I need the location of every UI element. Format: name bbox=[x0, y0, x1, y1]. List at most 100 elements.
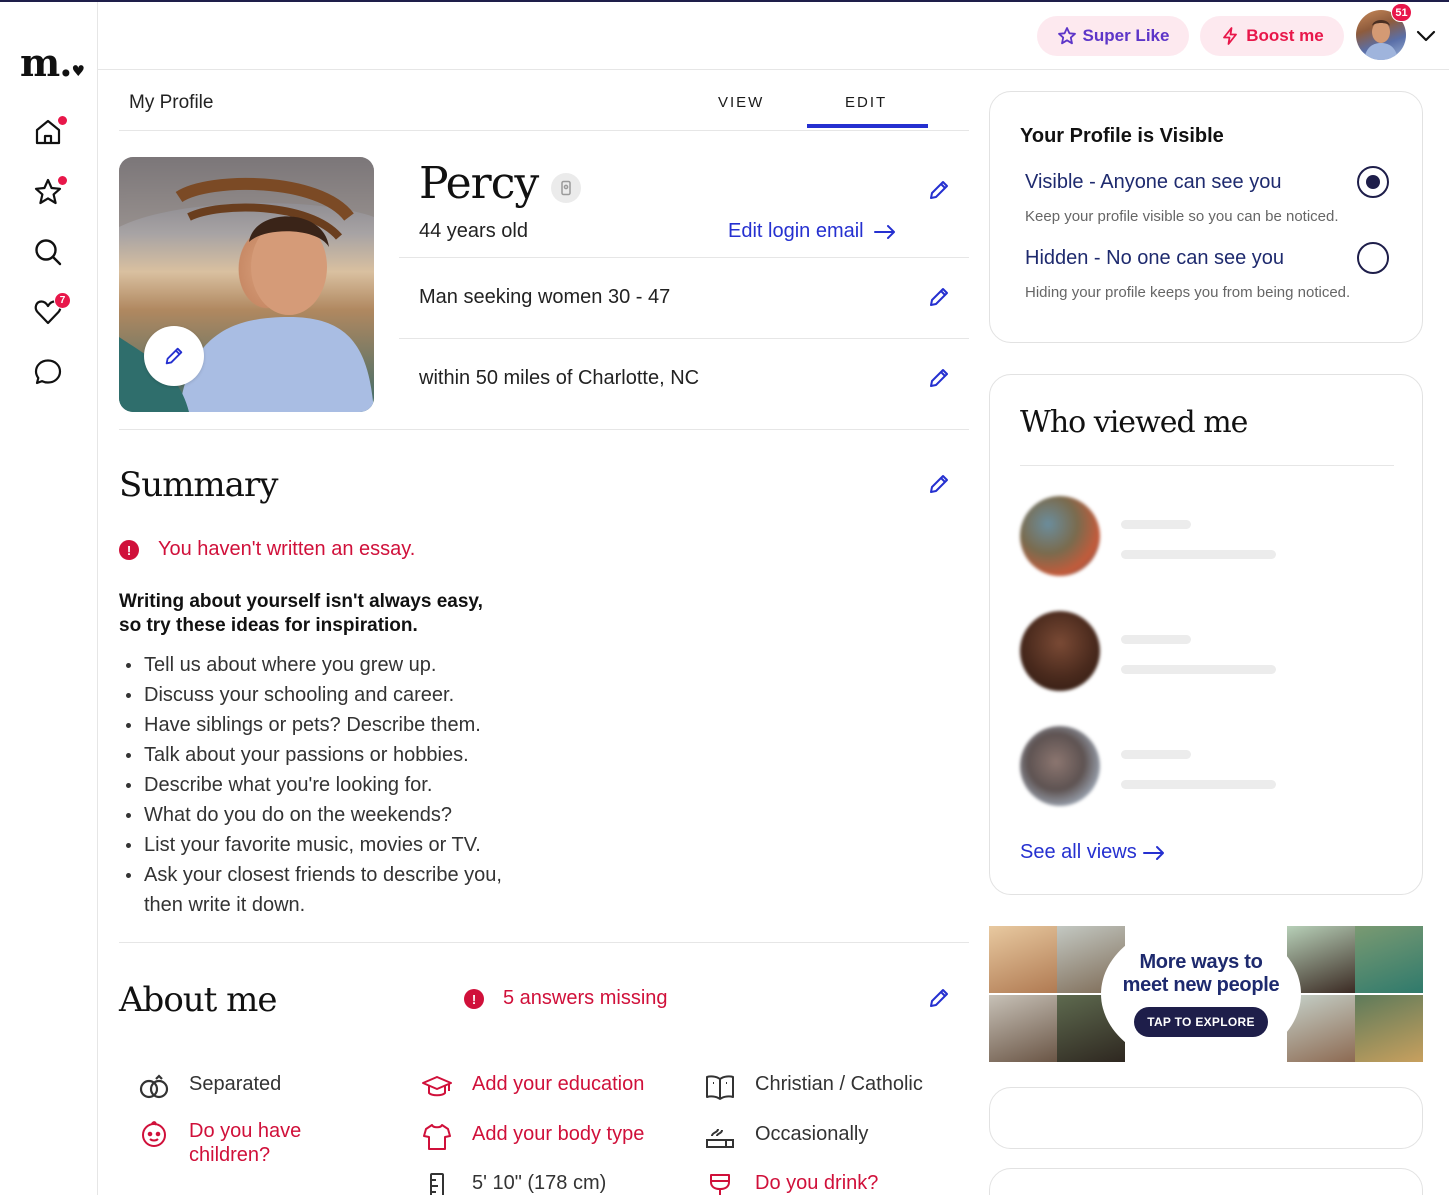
tips-intro-line: so try these ideas for inspiration. bbox=[119, 615, 418, 636]
about-item-religion[interactable]: Christian / Catholic bbox=[703, 1072, 923, 1102]
promo-title-line: More ways to bbox=[1139, 951, 1263, 973]
about-item-label: Add your education bbox=[472, 1073, 645, 1095]
skeleton-line bbox=[1121, 550, 1276, 559]
rings-icon bbox=[137, 1072, 171, 1102]
answers-missing-text[interactable]: 5 answers missing bbox=[503, 987, 668, 1010]
edit-name-pencil-icon[interactable] bbox=[927, 178, 951, 202]
viewer-avatar[interactable] bbox=[1020, 496, 1100, 576]
visible-radio[interactable] bbox=[1357, 166, 1389, 198]
list-item: Ask your closest friends to describe you… bbox=[126, 860, 502, 890]
shirt-icon bbox=[420, 1122, 454, 1152]
visibility-card: Your Profile is Visible Visible - Anyone… bbox=[989, 91, 1423, 343]
edit-photo-button[interactable] bbox=[144, 326, 204, 386]
smoking-icon bbox=[703, 1122, 737, 1152]
list-item-continuation: then write it down. bbox=[144, 894, 306, 916]
about-item-children[interactable]: Do you have children? bbox=[137, 1119, 329, 1167]
about-item-height[interactable]: 5' 10" (178 cm) bbox=[420, 1171, 606, 1195]
child-face-icon bbox=[137, 1119, 171, 1149]
promo-photo bbox=[989, 926, 1057, 993]
divider bbox=[119, 942, 969, 943]
sidebar-item-messages[interactable] bbox=[30, 354, 66, 390]
about-item-label: Separated bbox=[189, 1073, 282, 1095]
promo-photo bbox=[1355, 995, 1423, 1062]
divider bbox=[119, 130, 969, 131]
about-item-label: Do you have children? bbox=[189, 1120, 302, 1166]
likes-badge: 7 bbox=[54, 292, 71, 309]
see-all-views-link[interactable]: See all views bbox=[1020, 841, 1165, 864]
top-header: Super Like Boost me 51 bbox=[98, 2, 1449, 70]
edit-login-email-label: Edit login email bbox=[728, 220, 864, 242]
viewer-avatar[interactable] bbox=[1020, 726, 1100, 806]
sidebar-item-favorites[interactable] bbox=[30, 174, 67, 210]
about-item-body-type[interactable]: Add your body type bbox=[420, 1122, 644, 1152]
empty-card bbox=[989, 1087, 1423, 1149]
tab-view[interactable]: VIEW bbox=[718, 94, 764, 111]
visible-option-description: Keep your profile visible so you can be … bbox=[1025, 208, 1339, 225]
promo-center: More ways to meet new people TAP TO EXPL… bbox=[1101, 926, 1301, 1062]
sidebar: m.♥ 7 bbox=[0, 2, 98, 1195]
chevron-down-icon[interactable] bbox=[1414, 24, 1438, 48]
about-item-label: Do you drink? bbox=[755, 1172, 879, 1194]
hidden-option-label[interactable]: Hidden - No one can see you bbox=[1025, 247, 1284, 270]
promo-title: More ways to meet new people bbox=[1123, 951, 1280, 997]
sidebar-item-home[interactable] bbox=[30, 114, 67, 150]
about-item-drinking[interactable]: Do you drink? bbox=[703, 1171, 878, 1195]
edit-login-email-link[interactable]: Edit login email bbox=[728, 220, 896, 243]
promo-photo bbox=[1355, 926, 1423, 993]
sidebar-item-likes[interactable]: 7 bbox=[30, 292, 71, 330]
about-item-relationship[interactable]: Separated bbox=[137, 1072, 281, 1102]
about-item-smoking[interactable]: Occasionally bbox=[703, 1122, 868, 1152]
profile-name: Percy bbox=[419, 158, 539, 209]
radio-selected-dot bbox=[1366, 175, 1380, 189]
verification-icon[interactable] bbox=[551, 173, 581, 203]
about-item-label: Add your body type bbox=[472, 1123, 645, 1145]
who-viewed-card: Who viewed me See all views bbox=[989, 374, 1423, 895]
page-title: My Profile bbox=[129, 92, 214, 113]
empty-card bbox=[989, 1168, 1423, 1195]
about-item-education[interactable]: Add your education bbox=[420, 1072, 644, 1102]
see-all-views-label: See all views bbox=[1020, 841, 1137, 863]
super-like-button[interactable]: Super Like bbox=[1037, 16, 1189, 56]
boost-button[interactable]: Boost me bbox=[1200, 16, 1344, 56]
list-item: Discuss your schooling and career. bbox=[126, 680, 502, 710]
tips-intro-line: Writing about yourself isn't always easy… bbox=[119, 591, 483, 612]
edit-seeking-pencil-icon[interactable] bbox=[927, 285, 951, 309]
promo-title-line: meet new people bbox=[1122, 974, 1280, 996]
summary-heading: Summary bbox=[119, 465, 278, 505]
tap-to-explore-button[interactable]: TAP TO EXPLORE bbox=[1134, 1007, 1268, 1037]
edit-summary-pencil-icon[interactable] bbox=[927, 472, 951, 496]
graduation-cap-icon bbox=[420, 1072, 454, 1102]
edit-about-me-pencil-icon[interactable] bbox=[927, 986, 951, 1010]
tab-edit[interactable]: EDIT bbox=[845, 94, 887, 111]
essay-missing-alert[interactable]: You haven't written an essay. bbox=[158, 538, 415, 561]
list-item: Describe what you're looking for. bbox=[126, 770, 502, 800]
visibility-title: Your Profile is Visible bbox=[1020, 125, 1224, 147]
divider bbox=[119, 429, 969, 430]
lightning-icon bbox=[1223, 27, 1238, 45]
super-like-label: Super Like bbox=[1082, 26, 1170, 45]
hidden-radio[interactable] bbox=[1357, 242, 1389, 274]
arrow-right-icon bbox=[873, 224, 895, 239]
promo-photo bbox=[989, 995, 1057, 1062]
alert-icon: ! bbox=[119, 540, 139, 560]
skeleton-line bbox=[1121, 635, 1191, 644]
visible-option-label[interactable]: Visible - Anyone can see you bbox=[1025, 171, 1281, 194]
tips-list: Tell us about where you grew up. Discuss… bbox=[126, 650, 502, 920]
sidebar-item-search[interactable] bbox=[30, 234, 66, 270]
who-viewed-heading: Who viewed me bbox=[1020, 405, 1248, 440]
about-item-label: 5' 10" (178 cm) bbox=[472, 1172, 607, 1194]
edit-location-pencil-icon[interactable] bbox=[927, 366, 951, 390]
pencil-icon bbox=[165, 347, 183, 365]
explore-promo-banner[interactable]: More ways to meet new people TAP TO EXPL… bbox=[989, 926, 1423, 1062]
skeleton-line bbox=[1121, 780, 1276, 789]
star-outline-icon bbox=[1057, 27, 1076, 45]
divider bbox=[399, 338, 969, 339]
active-tab-indicator bbox=[807, 124, 928, 128]
viewer-avatar[interactable] bbox=[1020, 611, 1100, 691]
logo[interactable]: m.♥ bbox=[20, 40, 85, 85]
ruler-icon bbox=[420, 1171, 454, 1195]
notification-count-badge: 51 bbox=[1391, 3, 1412, 22]
phone-id-icon bbox=[561, 180, 571, 196]
list-item: What do you do on the weekends? bbox=[126, 800, 502, 830]
tips-intro: Writing about yourself isn't always easy… bbox=[119, 590, 483, 638]
